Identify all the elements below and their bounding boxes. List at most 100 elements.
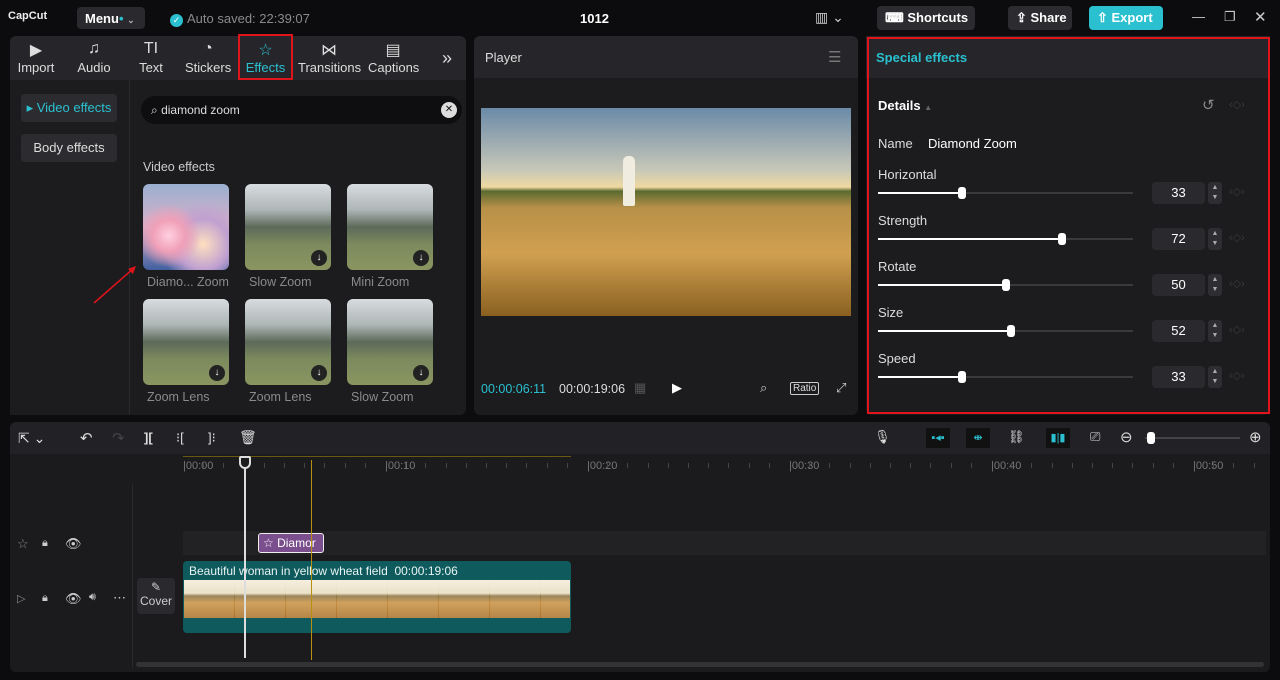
download-icon[interactable]: ↓ <box>311 365 327 381</box>
eye-icon[interactable]: 👁︎ <box>65 591 82 607</box>
slider-thumb[interactable] <box>1006 325 1015 337</box>
keyframe-icon[interactable]: ‹◇› <box>1229 323 1245 336</box>
zoom-out-icon[interactable]: ⊖ <box>1120 428 1133 446</box>
slider-thumb[interactable] <box>958 371 967 383</box>
time-tick: |00:30 <box>789 460 820 472</box>
close-icon[interactable]: ✕ <box>1254 8 1267 26</box>
slider-thumb[interactable] <box>1001 279 1010 291</box>
link-icon[interactable]: ⛓ <box>1008 429 1025 445</box>
cover-button[interactable]: ✎ Cover <box>137 578 175 614</box>
export-button[interactable]: ⇧ Export <box>1089 6 1163 30</box>
redo-icon[interactable]: ↷ <box>112 429 125 447</box>
effect-thumb-zoom-lens-2[interactable]: ↓ <box>245 299 331 385</box>
keyframe-icon[interactable]: ‹◇› <box>1229 98 1245 111</box>
hamburger-icon[interactable]: ☰ <box>828 48 841 66</box>
eye-icon[interactable]: 👁︎ <box>65 536 82 552</box>
stepper-icon[interactable]: ▲ ▼ <box>1208 228 1222 250</box>
keyframe-icon[interactable]: ‹◇› <box>1229 185 1245 198</box>
effect-thumb-slow-zoom-2[interactable]: ↓ <box>347 299 433 385</box>
main-track-magnet-icon[interactable]: ▪◂▪ <box>926 428 950 448</box>
tab-transitions[interactable]: ⋈ Transitions <box>298 40 361 75</box>
keyframe-icon[interactable]: ‹◇› <box>1229 277 1245 290</box>
stepper-icon[interactable]: ▲ ▼ <box>1208 274 1222 296</box>
playhead[interactable] <box>244 458 246 658</box>
video-track-icon: ▷ <box>17 593 26 605</box>
effect-thumb-mini-zoom[interactable]: ↓ <box>347 184 433 270</box>
value-input-horizontal[interactable]: 33 <box>1152 182 1205 204</box>
value-input-rotate[interactable]: 50 <box>1152 274 1205 296</box>
keyframe-icon[interactable]: ‹◇› <box>1229 231 1245 244</box>
tab-audio[interactable]: ♫ Audio <box>76 40 112 75</box>
slider-size[interactable] <box>878 325 1133 337</box>
download-icon[interactable]: ↓ <box>413 250 429 266</box>
tab-stickers[interactable]: ◔ Stickers <box>185 40 231 75</box>
sidebar-item-body-effects[interactable]: Body effects <box>21 134 117 162</box>
value-input-size[interactable]: 52 <box>1152 320 1205 342</box>
fullscreen-icon[interactable]: ⤢ <box>836 380 846 396</box>
microphone-icon[interactable]: 🎙 <box>874 429 891 445</box>
screenshot-icon[interactable]: ⎚ <box>1090 429 1100 445</box>
slider-strength[interactable] <box>878 233 1133 245</box>
layout-icon[interactable]: ▥ ⌄ <box>815 9 844 26</box>
frames-icon[interactable]: ▦ <box>634 380 646 396</box>
value-input-strength[interactable]: 72 <box>1152 228 1205 250</box>
value-input-speed[interactable]: 33 <box>1152 366 1205 388</box>
details-toggle[interactable]: Details ▲ <box>878 98 932 113</box>
download-icon[interactable]: ↓ <box>311 250 327 266</box>
video-clip[interactable]: Beautiful woman in yellow wheat field 00… <box>183 561 571 633</box>
minimize-icon[interactable]: — <box>1192 9 1205 24</box>
tab-text[interactable]: TI Text <box>138 40 164 75</box>
slider-rotate[interactable] <box>878 279 1133 291</box>
select-tool-icon[interactable]: ⇱ ⌄ <box>18 430 45 447</box>
share-button[interactable]: ⇪ Share <box>1008 6 1072 30</box>
ratio-button[interactable]: Ratio <box>790 382 820 395</box>
tab-effects[interactable]: ☆ Effects <box>238 34 293 80</box>
preview-axis-icon[interactable]: ▮|▮ <box>1046 428 1070 448</box>
zoom-slider[interactable] <box>1145 432 1240 444</box>
stepper-icon[interactable]: ▲ ▼ <box>1208 366 1222 388</box>
undo-icon[interactable]: ↶ <box>80 429 93 447</box>
clear-search-icon[interactable]: ✕ <box>441 102 457 118</box>
menu-button[interactable]: Menu• ⌄ <box>77 7 145 29</box>
search-input[interactable]: ⌕ diamond zoom <box>141 96 462 124</box>
param-label-rotate: Rotate <box>878 259 917 274</box>
lock-icon[interactable]: 🔒︎ <box>42 592 48 605</box>
delete-icon[interactable]: 🗑 <box>239 429 257 446</box>
split-icon[interactable]: ][ <box>144 430 153 445</box>
split-right-icon[interactable]: ]⁝ <box>208 430 216 446</box>
stepper-icon[interactable]: ▲ ▼ <box>1208 182 1222 204</box>
play-icon[interactable]: ▶ <box>672 380 682 396</box>
effect-thumb-slow-zoom[interactable]: ↓ <box>245 184 331 270</box>
reset-icon[interactable]: ↺ <box>1202 96 1215 114</box>
shortcuts-button[interactable]: ⌨ Shortcuts <box>877 6 975 30</box>
slider-thumb[interactable] <box>1057 233 1066 245</box>
more-icon[interactable]: ⋯ <box>113 590 126 606</box>
download-icon[interactable]: ↓ <box>413 365 429 381</box>
maximize-icon[interactable]: ❐ <box>1224 9 1236 25</box>
stepper-icon[interactable]: ▲ ▼ <box>1208 320 1222 342</box>
transitions-icon: ⋈ <box>321 42 337 59</box>
zoom-fit-icon[interactable]: ⌕ <box>760 380 767 396</box>
audio-icon[interactable]: 🔊︎ <box>89 591 96 604</box>
split-left-icon[interactable]: ⁝[ <box>176 430 184 446</box>
slider-speed[interactable] <box>878 371 1133 383</box>
horizontal-scrollbar[interactable] <box>136 662 1264 667</box>
effect-thumb-zoom-lens[interactable]: ↓ <box>143 299 229 385</box>
slider-thumb[interactable] <box>958 187 967 199</box>
more-tabs-icon[interactable]: » <box>442 48 452 69</box>
lock-icon[interactable]: 🔒︎ <box>42 537 48 550</box>
sidebar-item-video-effects[interactable]: ▸ Video effects <box>21 94 117 122</box>
auto-snap-icon[interactable]: ⇼ <box>966 428 990 448</box>
video-preview[interactable] <box>481 108 851 316</box>
keyframe-icon[interactable]: ‹◇› <box>1229 369 1245 382</box>
tab-captions[interactable]: ▤ Captions <box>368 40 419 75</box>
effect-clip-diamond-zoom[interactable]: ☆ Diamor <box>258 533 324 553</box>
effect-thumb-diamond-zoom[interactable] <box>143 184 229 270</box>
download-icon[interactable]: ↓ <box>209 365 225 381</box>
zoom-slider-thumb[interactable] <box>1147 432 1155 444</box>
slider-horizontal[interactable] <box>878 187 1133 199</box>
tab-import[interactable]: ▶ Import <box>16 40 56 75</box>
text-icon: TI <box>143 40 159 57</box>
zoom-in-icon[interactable]: ⊕ <box>1249 428 1262 446</box>
playhead-handle[interactable] <box>239 456 251 469</box>
